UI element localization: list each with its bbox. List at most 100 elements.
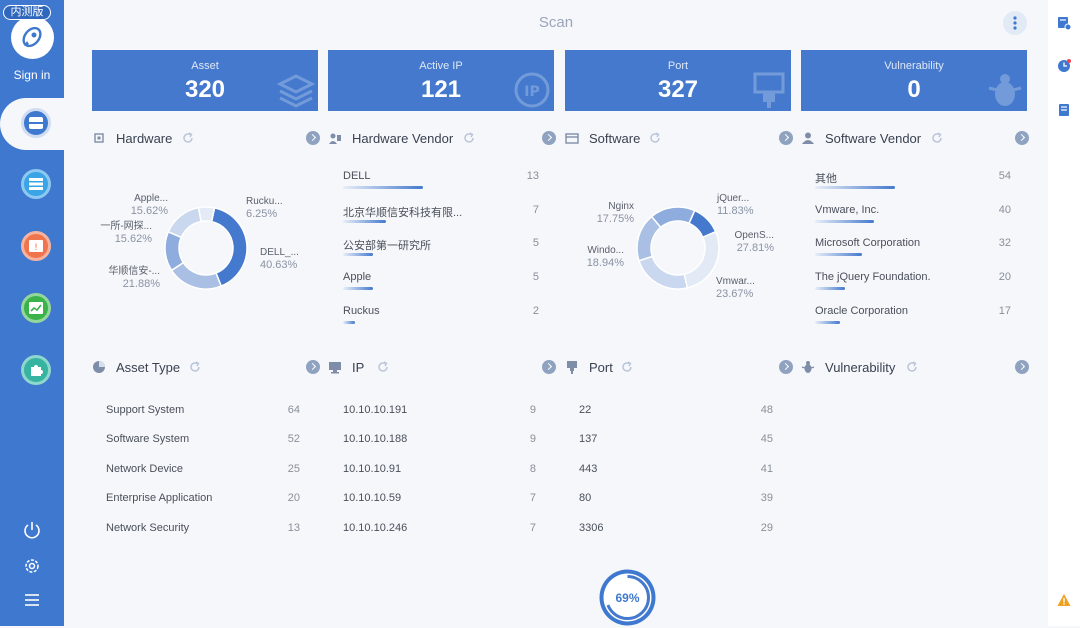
- view-more-button[interactable]: [306, 131, 320, 145]
- item-count: 13: [526, 170, 539, 182]
- scan-progress-indicator[interactable]: 69%: [597, 567, 658, 628]
- refresh-icon[interactable]: [182, 132, 194, 144]
- donut-slice[interactable]: [170, 261, 223, 290]
- more-options-button[interactable]: [1003, 11, 1027, 35]
- nav-scan-button[interactable]: [21, 108, 51, 138]
- warning-box-icon: !: [29, 240, 43, 252]
- list-item[interactable]: Vmware, Inc. 40: [815, 204, 1011, 226]
- list-item[interactable]: Microsoft Corporation 32: [815, 237, 1011, 259]
- donut-slice[interactable]: [197, 206, 216, 223]
- page-title: Scan: [538, 14, 574, 31]
- item-count: 7: [532, 204, 539, 216]
- item-bar: [815, 287, 845, 290]
- list-item[interactable]: 10.10.10.188 9: [343, 433, 536, 447]
- panel-header-vulnerability: Vulnerability: [801, 358, 1029, 378]
- hardware-slice-label: DELL_... 40.63%: [260, 246, 299, 272]
- view-more-button[interactable]: [542, 131, 556, 145]
- refresh-icon[interactable]: [931, 132, 943, 144]
- list-item[interactable]: 137 45: [579, 433, 773, 447]
- view-more-button[interactable]: [306, 360, 320, 374]
- list-item[interactable]: 80 39: [579, 492, 773, 506]
- warning-icon[interactable]: [1057, 593, 1071, 607]
- slice-pct: 15.62%: [130, 205, 168, 217]
- item-bar: [343, 321, 355, 324]
- settings-icon[interactable]: [22, 556, 42, 576]
- view-more-button[interactable]: [779, 131, 793, 145]
- list-item[interactable]: Apple 5: [343, 271, 539, 293]
- stat-card-active-ip[interactable]: Active IP 121 IP: [328, 50, 554, 111]
- donut-slice[interactable]: [683, 230, 720, 289]
- list-item[interactable]: 10.10.10.191 9: [343, 404, 536, 418]
- item-name: 10.10.10.59: [343, 492, 402, 504]
- view-more-button[interactable]: [779, 360, 793, 374]
- view-more-button[interactable]: [1015, 360, 1029, 374]
- list-item[interactable]: Ruckus 2: [343, 305, 539, 327]
- list-item[interactable]: 22 48: [579, 404, 773, 418]
- sign-in-link[interactable]: Sign in: [0, 68, 64, 82]
- list-item[interactable]: Network Security 13: [106, 522, 300, 536]
- pie-icon: [93, 361, 105, 373]
- list-item[interactable]: 其他 54: [815, 170, 1011, 192]
- scan-icon: [29, 117, 43, 129]
- list-item[interactable]: Support System 64: [106, 404, 300, 418]
- stat-card-vulnerability[interactable]: Vulnerability 0: [801, 50, 1027, 111]
- asset-config-icon[interactable]: [1057, 16, 1071, 30]
- report-icon[interactable]: [1057, 103, 1071, 117]
- slice-pct: 23.67%: [716, 288, 754, 300]
- view-more-button[interactable]: [1015, 131, 1029, 145]
- menu-icon[interactable]: [22, 590, 42, 610]
- refresh-icon[interactable]: [189, 361, 201, 373]
- refresh-icon[interactable]: [906, 361, 918, 373]
- slice-name: DELL_...: [260, 247, 299, 258]
- item-bar: [343, 186, 423, 189]
- refresh-icon[interactable]: [463, 132, 475, 144]
- slice-name: Nginx: [608, 201, 634, 212]
- power-icon[interactable]: [22, 520, 42, 540]
- item-count: 9: [529, 433, 536, 445]
- list-item[interactable]: 10.10.10.59 7: [343, 492, 536, 506]
- list-item[interactable]: The jQuery Foundation. 20: [815, 271, 1011, 293]
- item-bar: [815, 186, 895, 189]
- item-name: Microsoft Corporation: [815, 237, 921, 249]
- refresh-icon[interactable]: [649, 132, 661, 144]
- chip-icon: [94, 133, 104, 143]
- rocket-icon: [22, 26, 42, 48]
- list-item[interactable]: 3306 29: [579, 522, 773, 536]
- refresh-icon[interactable]: [377, 361, 389, 373]
- donut-slice[interactable]: [650, 206, 696, 229]
- list-item[interactable]: 443 41: [579, 463, 773, 477]
- slice-name: jQuer...: [717, 193, 750, 204]
- slice-name: 华顺信安-...: [108, 266, 160, 277]
- list-item[interactable]: Enterprise Application 20: [106, 492, 300, 506]
- item-count: 9: [529, 404, 536, 416]
- panel-header-hardware-vendor: Hardware Vendor: [328, 129, 556, 149]
- stat-card-asset[interactable]: Asset 320: [92, 50, 318, 111]
- donut-slice[interactable]: [638, 255, 689, 290]
- list-item[interactable]: Oracle Corporation 17: [815, 305, 1011, 327]
- donut-slice[interactable]: [167, 206, 202, 239]
- nav-vulnerability-button[interactable]: !: [21, 231, 51, 261]
- list-item[interactable]: 北京华顺信安科技有限... 7: [343, 204, 539, 226]
- list-item[interactable]: 公安部第一研究所 5: [343, 237, 539, 259]
- item-name: Apple: [343, 271, 372, 283]
- stat-card-port[interactable]: Port 327: [565, 50, 791, 111]
- item-count: 5: [532, 237, 539, 249]
- list-item[interactable]: Network Device 25: [106, 463, 300, 477]
- list-item[interactable]: 10.10.10.246 7: [343, 522, 536, 536]
- software-slice-label: Vmwar... 23.67%: [716, 275, 755, 301]
- nav-plugin-button[interactable]: [21, 355, 51, 385]
- app-logo[interactable]: [11, 16, 54, 59]
- refresh-icon[interactable]: [621, 361, 633, 373]
- item-count: 5: [532, 271, 539, 283]
- slice-name: Rucku...: [246, 196, 283, 207]
- view-more-button[interactable]: [542, 360, 556, 374]
- item-bar: [343, 253, 373, 256]
- hardware-slice-label: Rucku... 6.25%: [246, 195, 283, 221]
- slice-pct: 27.81%: [736, 242, 774, 254]
- list-item[interactable]: Software System 52: [106, 433, 300, 447]
- list-item[interactable]: 10.10.10.91 8: [343, 463, 536, 477]
- nav-asset-button[interactable]: [21, 169, 51, 199]
- clock-icon[interactable]: [1057, 59, 1071, 73]
- nav-report-button[interactable]: [21, 293, 51, 323]
- list-item[interactable]: DELL 13: [343, 170, 539, 192]
